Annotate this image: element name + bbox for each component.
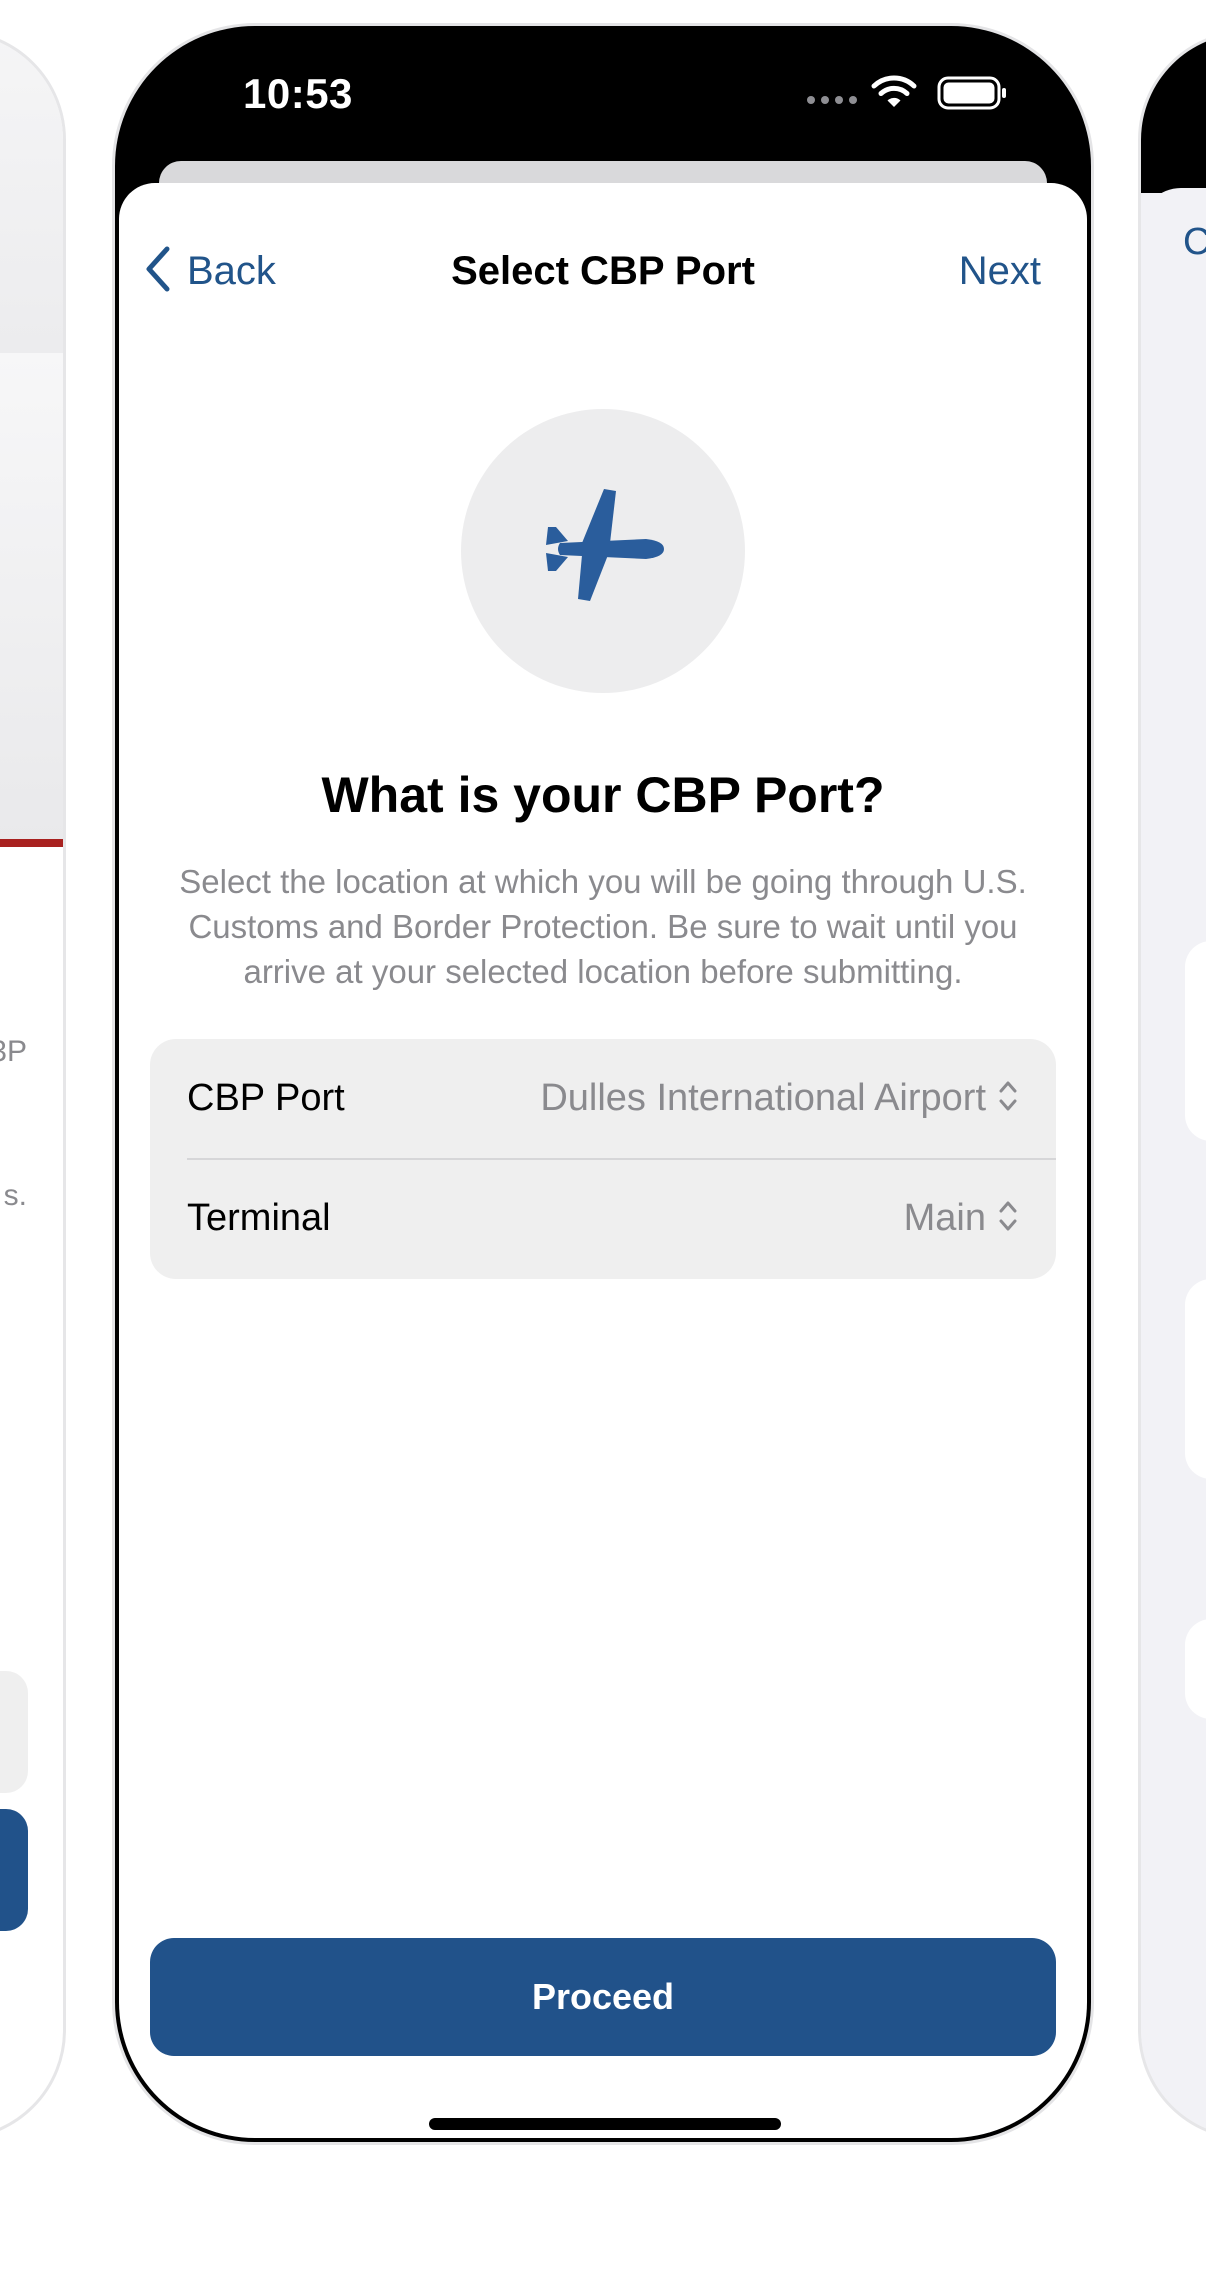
battery-icon [937,76,1007,115]
preview-text-fragment: s. [3,1179,27,1212]
terminal-picker[interactable]: Terminal Main [150,1159,1056,1278]
preview-sheet [1141,188,1206,2137]
cellular-signal-icon [807,96,857,104]
terminal-value: Main [903,1197,986,1239]
port-selection-form: CBP Port Dulles International Airport Te… [150,1039,1056,1279]
preview-card [1185,941,1206,1141]
preview-card [1185,1279,1206,1479]
screen: Back Select CBP Port Next What is your C… [119,183,1087,2138]
wifi-icon [871,74,917,115]
airplane-icon-badge [461,409,745,693]
status-time: 10:53 [243,70,353,117]
preview-status-area [1141,33,1206,193]
next-button[interactable]: Next [959,249,1041,294]
section-description: Select the location at which you will be… [179,863,1027,990]
preview-hero-image [0,353,63,843]
cbp-port-picker[interactable]: CBP Port Dulles International Airport [150,1039,1056,1158]
page-title: Select CBP Port [451,249,755,293]
preview-card [1185,1619,1206,1719]
preview-primary-button [0,1809,28,1931]
terminal-label: Terminal [187,1197,331,1239]
cbp-port-label: CBP Port [187,1077,345,1119]
cbp-port-value: Dulles International Airport [540,1077,986,1119]
proceed-button[interactable]: Proceed [150,1938,1056,2056]
screenshot-stage: 3P s. C 10:53 [0,0,1206,2274]
previous-screen-preview: 3P s. [0,30,66,2140]
section-heading: What is your CBP Port? [321,767,885,823]
terminal-value-group: Main [904,1197,1018,1240]
chevron-up-down-icon [998,1199,1018,1238]
airplane-icon [538,488,668,614]
preview-header [0,33,63,353]
chevron-up-down-icon [998,1079,1018,1118]
next-screen-preview: C [1138,30,1206,2140]
home-indicator [429,2118,781,2130]
preview-red-divider [0,839,63,847]
preview-nav-fragment: C [1183,221,1206,264]
cbp-port-value-group: Dulles International Airport [540,1077,1018,1120]
phone-frame: 10:53 Back Select CBP Port Next What is … [115,26,1091,2142]
preview-text-fragment: 3P [0,1035,27,1068]
preview-secondary-button [0,1671,28,1793]
